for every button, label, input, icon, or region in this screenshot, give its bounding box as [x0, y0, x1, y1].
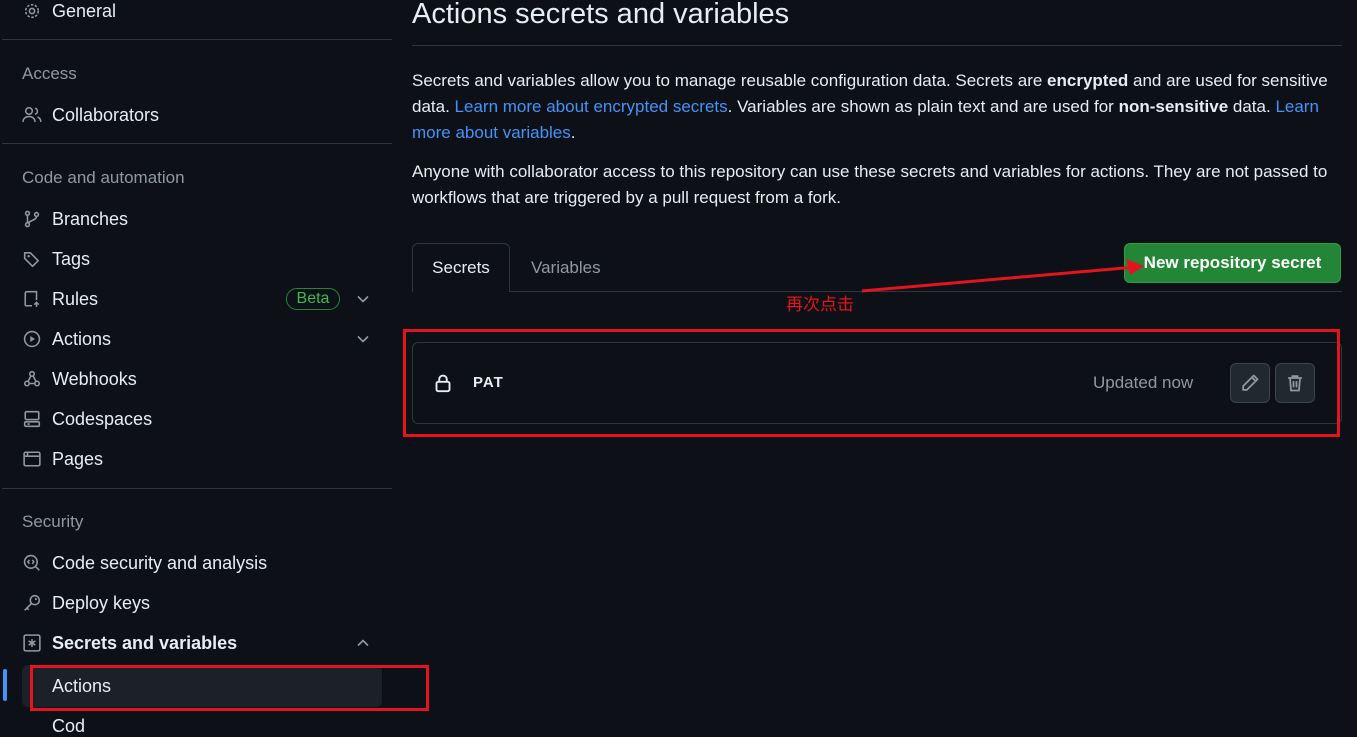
sidebar-item-webhooks[interactable]: Webhooks: [22, 363, 392, 395]
sidebar-item-label: General: [52, 0, 117, 21]
sidebar-item-branches[interactable]: Branches: [22, 203, 392, 235]
sidebar-item-general[interactable]: General: [22, 0, 392, 27]
annotation-label: 再次点击: [786, 295, 854, 314]
sidebar-item-label: Pages: [52, 448, 104, 469]
tab-variables[interactable]: Variables: [531, 258, 601, 278]
new-repository-secret-button[interactable]: New repository secret: [1124, 243, 1341, 283]
codescan-icon: [22, 553, 42, 573]
sidebar-item-collaborators[interactable]: Collaborators: [22, 99, 392, 131]
sidebar-subitem-codespaces[interactable]: Cod: [52, 716, 85, 737]
annotation-highlight-box: [403, 329, 1340, 437]
section-title-code-automation: Code and automation: [22, 168, 185, 187]
sidebar-item-pages[interactable]: Pages: [22, 443, 392, 475]
sidebar-item-deploy-keys[interactable]: Deploy keys: [22, 587, 392, 619]
divider: [2, 488, 392, 489]
page-title: Actions secrets and variables: [412, 0, 790, 30]
sidebar-item-code-security[interactable]: Code security and analysis: [22, 547, 392, 579]
sidebar-item-label: Tags: [52, 248, 91, 269]
chevron-up-icon[interactable]: [356, 636, 370, 650]
active-indicator: [3, 669, 7, 701]
sidebar-item-label: Codespaces: [52, 408, 153, 429]
text-strong: encrypted: [1047, 71, 1129, 90]
sidebar-item-label: Rules: [52, 288, 99, 309]
play-icon: [22, 329, 42, 349]
asterisk-icon: [22, 633, 42, 653]
tag-icon: [22, 249, 42, 269]
key-icon: [22, 593, 42, 613]
git-branch-icon: [22, 209, 42, 229]
annotation-arrow: [861, 259, 1144, 293]
learn-more-secrets-link[interactable]: Learn more about encrypted secrets: [455, 97, 728, 116]
description-paragraph: Secrets and variables allow you to manag…: [412, 68, 1342, 146]
annotation-highlight-box: [30, 665, 429, 711]
sidebar-item-label: Webhooks: [52, 368, 137, 389]
sidebar-item-label: Actions: [52, 328, 112, 349]
sidebar-item-label: Deploy keys: [52, 592, 151, 613]
gear-icon: [22, 1, 42, 21]
text: .: [570, 123, 576, 142]
section-title-security: Security: [22, 512, 84, 531]
browser-icon: [22, 449, 42, 469]
divider: [2, 39, 392, 40]
codespaces-icon: [22, 409, 42, 429]
divider: [2, 143, 392, 144]
section-title-access: Access: [22, 64, 77, 83]
text: data.: [1228, 97, 1276, 116]
sidebar-item-codespaces[interactable]: Codespaces: [22, 403, 392, 435]
repo-push-icon: [22, 289, 42, 309]
sidebar-item-label: Code security and analysis: [52, 552, 268, 573]
beta-badge: Beta: [286, 288, 340, 310]
text: Secrets and variables allow you to manag…: [412, 71, 1048, 90]
access-paragraph: Anyone with collaborator access to this …: [412, 162, 1328, 207]
sidebar-item-label: Branches: [52, 208, 129, 229]
settings-sidebar: General Access Collaborators Code and au…: [0, 0, 392, 736]
tab-secrets[interactable]: Secrets: [412, 243, 510, 292]
text: . Variables are shown as plain text and …: [727, 97, 1119, 116]
text-strong: non-sensitive: [1118, 97, 1229, 116]
sidebar-item-secrets-variables[interactable]: Secrets and variables: [22, 627, 392, 659]
chevron-down-icon[interactable]: [356, 292, 370, 306]
webhook-icon: [22, 369, 42, 389]
chevron-down-icon[interactable]: [356, 332, 370, 346]
sidebar-item-actions[interactable]: Actions: [22, 323, 392, 355]
divider: [412, 45, 1342, 46]
sidebar-item-label: Collaborators: [52, 104, 160, 125]
sidebar-item-tags[interactable]: Tags: [22, 243, 392, 275]
people-icon: [22, 105, 42, 125]
sidebar-item-label: Secrets and variables: [52, 632, 238, 653]
